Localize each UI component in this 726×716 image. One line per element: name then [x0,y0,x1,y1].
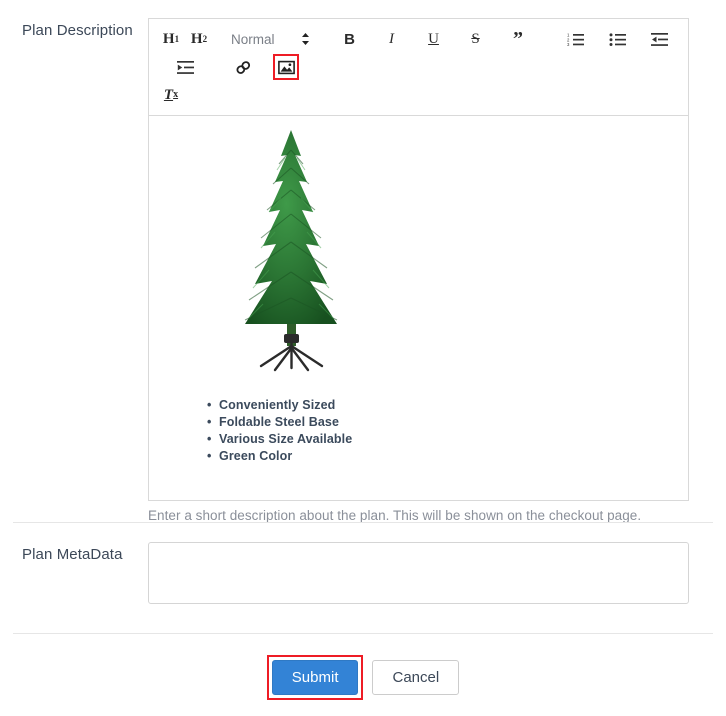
heading-1-label: H [162,30,175,47]
list-item: Various Size Available [207,431,676,448]
clear-formatting-sub: x [173,89,179,100]
list-item: Conveniently Sized [207,397,676,414]
heading-1-button[interactable]: H1 [159,26,183,52]
rich-text-editor: H1 H2 Normal B I U S ” 1 2 3 T x • Conve… [148,18,689,501]
plan-metadata-label: Plan MetaData [22,546,123,563]
link-icon[interactable] [231,54,255,80]
heading-2-label: H [190,30,203,47]
clear-formatting-button[interactable]: Tx [159,82,183,108]
heading-1-sub: 1 [174,33,180,44]
underline-button[interactable]: U [422,26,446,52]
form-actions: Submit Cancel [0,655,726,700]
list-item: Green Color [207,448,676,465]
bold-button[interactable]: B [338,26,362,52]
plan-metadata-row: Plan MetaData [0,542,726,604]
toolbar-gap [364,39,378,40]
image-icon[interactable] [273,54,299,80]
toolbar-gap [316,39,336,40]
chevron-updown-icon [301,32,310,46]
toolbar-gap [632,39,646,40]
heading-2-sub: 2 [202,33,208,44]
feature-bullet-list: Conveniently Sized Foldable Steel Base V… [207,397,676,465]
list-item: Foldable Steel Base [207,414,676,431]
clear-formatting-label: T [163,86,174,103]
heading-2-button[interactable]: H2 [187,26,211,52]
toolbar-gap [199,67,229,68]
toolbar-gap [590,39,604,40]
toolbar-gap [257,67,271,68]
submit-button[interactable]: Submit [271,660,359,695]
submit-button-highlight: Submit [266,655,364,700]
toolbar-gap [448,39,462,40]
cancel-button[interactable]: Cancel [372,660,460,695]
plan-description-row: Plan Description H1 H2 Normal B I U S ” … [0,18,726,523]
plan-description-help-text: Enter a short description about the plan… [148,508,642,523]
plan-description-label: Plan Description [22,22,133,39]
section-divider [13,633,713,634]
toolbar-gap [406,39,420,40]
indent-icon[interactable] [173,54,197,80]
blockquote-button[interactable]: ” [506,26,530,52]
format-picker-value: Normal [231,31,275,47]
toolbar-gap [490,39,504,40]
toolbar-gap [157,67,171,68]
strikethrough-button[interactable]: S [464,26,488,52]
plan-metadata-textarea[interactable] [148,542,689,604]
toolbar-gap [532,39,562,40]
editor-content-area[interactable]: Conveniently Sized Foldable Steel Base V… [148,116,689,501]
plan-metadata-control [148,542,690,604]
christmas-tree-image[interactable] [209,128,374,383]
format-picker[interactable]: Normal [231,26,310,52]
plan-description-control: H1 H2 Normal B I U S ” 1 2 3 T x • Conve… [148,18,690,523]
svg-text:3: 3 [567,42,570,47]
bullet-list-icon[interactable] [606,26,630,52]
editor-toolbar: H1 H2 Normal B I U S ” 1 2 3 T x [148,18,689,116]
outdent-icon[interactable] [648,26,672,52]
ordered-list-icon[interactable]: 1 2 3 [564,26,588,52]
italic-button[interactable]: I [380,26,404,52]
section-divider [13,522,713,523]
